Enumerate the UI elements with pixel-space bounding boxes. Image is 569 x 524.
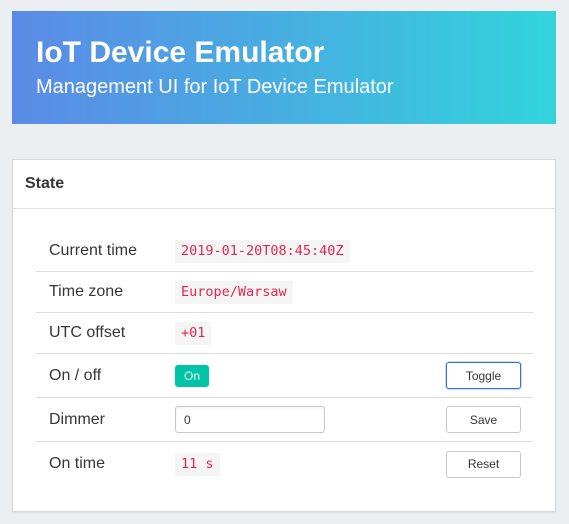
state-row-on-time: On time 11 s Reset xyxy=(36,442,533,486)
save-button[interactable]: Save xyxy=(446,406,521,433)
current-time-label: Current time xyxy=(49,242,138,259)
utc-offset-value: +01 xyxy=(175,321,212,345)
current-time-value-cell: 2019-01-20T08:45:40Z xyxy=(175,239,533,263)
state-card: State Current time 2019-01-20T08:45:40Z … xyxy=(12,159,556,512)
state-row-on-off: On / off On Toggle xyxy=(36,354,533,398)
reset-button[interactable]: Reset xyxy=(446,450,521,478)
time-zone-label: Time zone xyxy=(49,283,124,300)
time-zone-value: Europe/Warsaw xyxy=(175,280,293,304)
state-row-current-time: Current time 2019-01-20T08:45:40Z xyxy=(36,231,533,272)
state-card-title: State xyxy=(25,175,65,192)
app-subtitle: Management UI for IoT Device Emulator xyxy=(36,76,394,98)
hero-banner: IoT Device Emulator Management UI for Io… xyxy=(12,11,556,124)
state-card-header: State xyxy=(13,160,555,209)
toggle-button[interactable]: Toggle xyxy=(446,362,521,389)
on-off-label: On / off xyxy=(49,366,102,384)
current-time-value: 2019-01-20T08:45:40Z xyxy=(175,239,350,263)
utc-offset-label: UTC offset xyxy=(49,324,126,341)
state-row-utc-offset: UTC offset +01 xyxy=(36,313,533,354)
on-time-label: On time xyxy=(49,455,106,472)
state-row-time-zone: Time zone Europe/Warsaw xyxy=(36,272,533,313)
app-title: IoT Device Emulator xyxy=(36,36,325,69)
state-row-dimmer: Dimmer Save xyxy=(36,398,533,442)
dimmer-label: Dimmer xyxy=(49,410,105,428)
time-zone-value-cell: Europe/Warsaw xyxy=(175,280,533,304)
power-status-tag: On xyxy=(175,364,210,387)
on-time-value: 11 s xyxy=(175,452,220,476)
state-table: Current time 2019-01-20T08:45:40Z Time z… xyxy=(36,231,533,486)
utc-offset-value-cell: +01 xyxy=(175,321,533,345)
dimmer-input[interactable] xyxy=(175,406,325,433)
